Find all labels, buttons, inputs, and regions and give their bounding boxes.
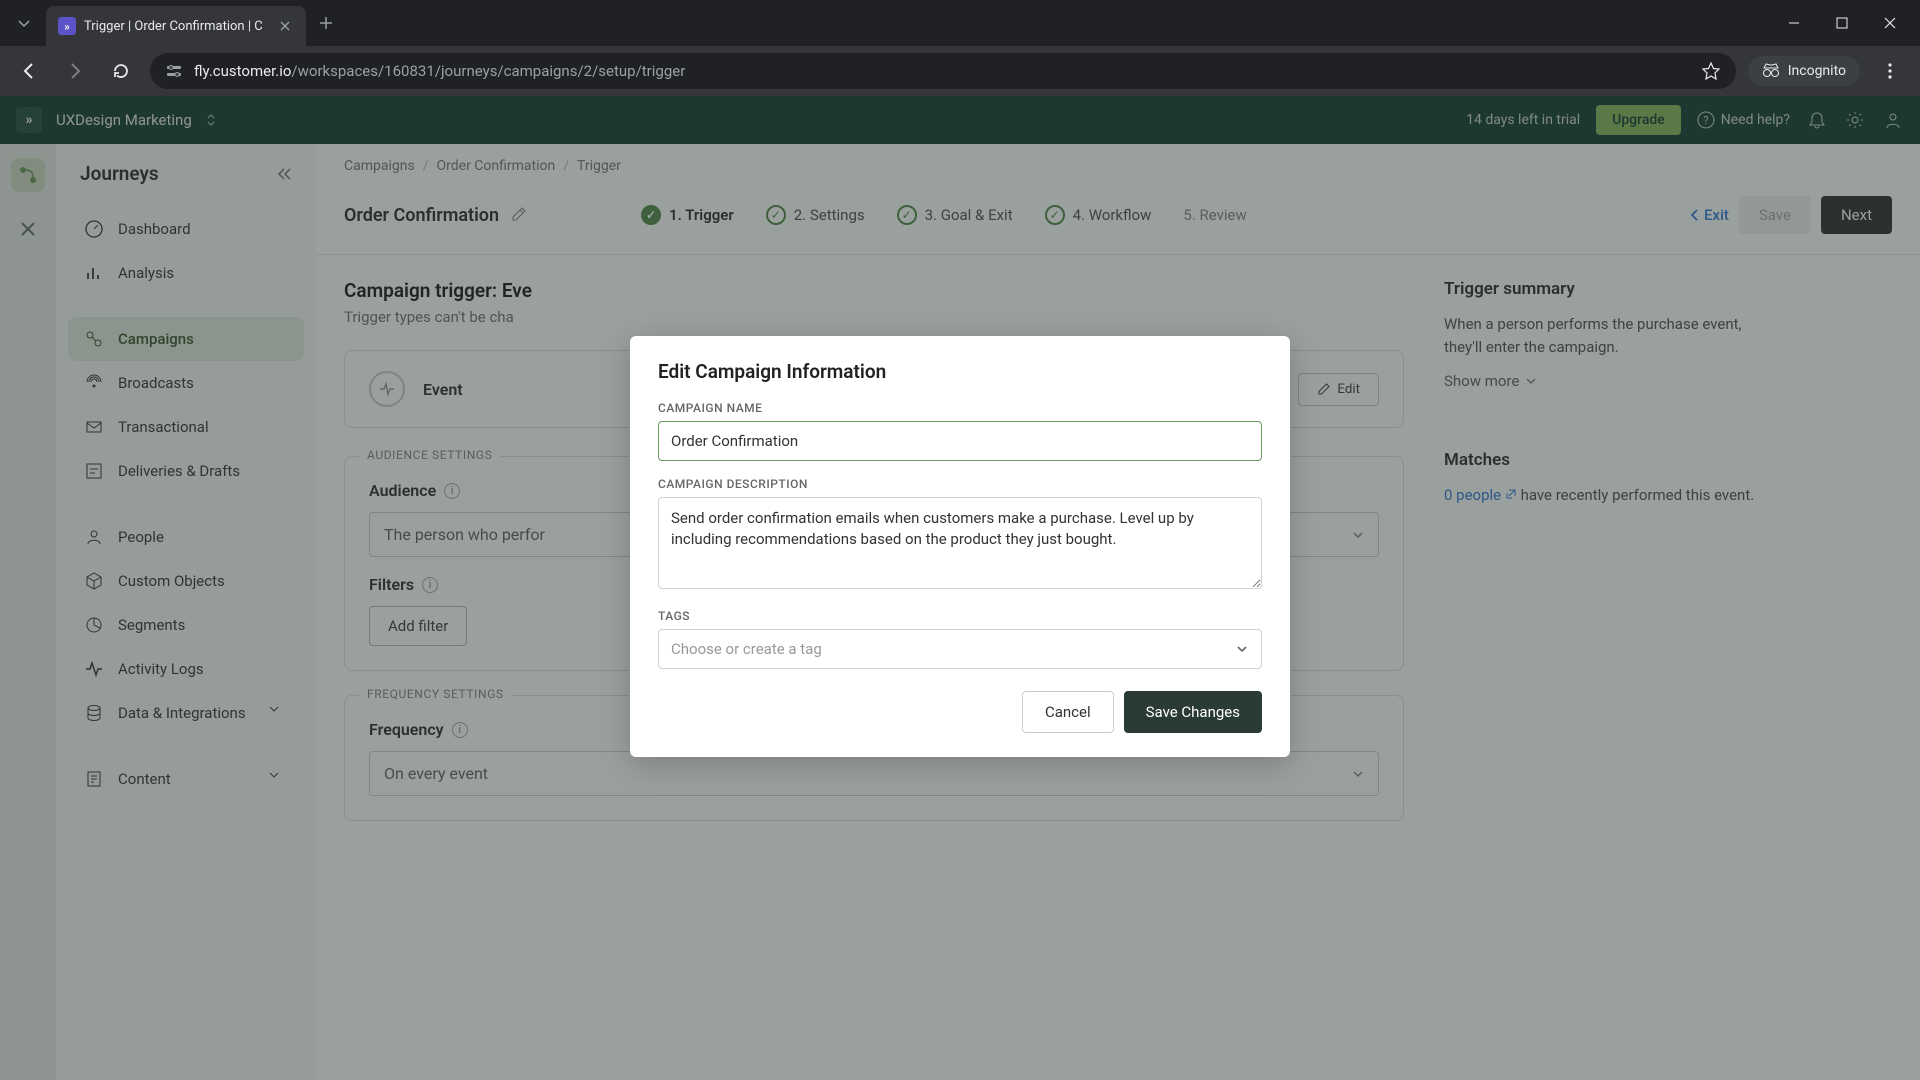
- incognito-icon: [1762, 62, 1780, 80]
- tab-title: Trigger | Order Confirmation | C: [84, 19, 268, 34]
- tags-label: TAGS: [658, 609, 1262, 623]
- browser-menu-icon[interactable]: [1872, 63, 1908, 79]
- window-close-icon[interactable]: [1868, 7, 1912, 39]
- tab-search-icon[interactable]: [8, 7, 40, 39]
- cancel-button[interactable]: Cancel: [1022, 691, 1114, 733]
- campaign-name-input[interactable]: [658, 421, 1262, 461]
- save-changes-button[interactable]: Save Changes: [1124, 691, 1262, 733]
- edit-campaign-modal: Edit Campaign Information CAMPAIGN NAME …: [630, 336, 1290, 757]
- forward-icon[interactable]: [58, 54, 92, 88]
- new-tab-button[interactable]: [310, 7, 342, 39]
- back-icon[interactable]: [12, 54, 46, 88]
- campaign-description-input[interactable]: [658, 497, 1262, 589]
- chevron-down-icon: [1235, 642, 1249, 656]
- site-settings-icon[interactable]: [166, 63, 182, 79]
- modal-title: Edit Campaign Information: [658, 360, 1262, 383]
- reload-icon[interactable]: [104, 54, 138, 88]
- description-label: CAMPAIGN DESCRIPTION: [658, 477, 1262, 491]
- bookmark-icon[interactable]: [1702, 62, 1720, 80]
- maximize-icon[interactable]: [1820, 7, 1864, 39]
- modal-overlay[interactable]: Edit Campaign Information CAMPAIGN NAME …: [0, 96, 1920, 1080]
- favicon-icon: »: [58, 17, 76, 35]
- browser-tab-bar: » Trigger | Order Confirmation | C: [0, 0, 1920, 46]
- minimize-icon[interactable]: [1772, 7, 1816, 39]
- url-text: fly.customer.io/workspaces/160831/journe…: [194, 62, 1690, 80]
- url-bar: fly.customer.io/workspaces/160831/journe…: [0, 46, 1920, 96]
- address-bar[interactable]: fly.customer.io/workspaces/160831/journe…: [150, 53, 1736, 89]
- incognito-badge[interactable]: Incognito: [1748, 56, 1860, 86]
- tags-select[interactable]: Choose or create a tag: [658, 629, 1262, 669]
- name-label: CAMPAIGN NAME: [658, 401, 1262, 415]
- browser-tab[interactable]: » Trigger | Order Confirmation | C: [46, 6, 306, 46]
- close-icon[interactable]: [276, 17, 294, 35]
